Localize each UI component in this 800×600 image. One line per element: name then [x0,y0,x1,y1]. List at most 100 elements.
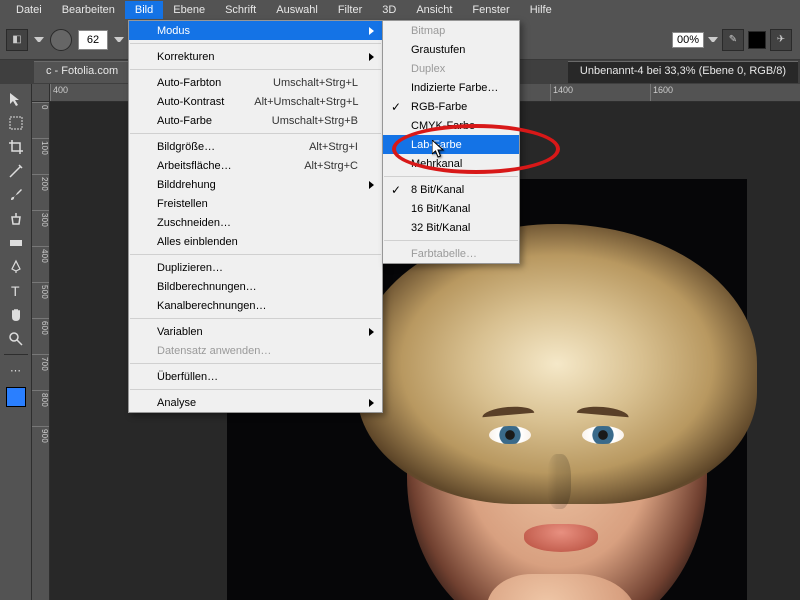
zoom-tool[interactable] [4,328,28,350]
menu-item-label: Duplizieren… [157,262,223,274]
menu-bild-separator [130,69,381,70]
menu-bild-separator [130,254,381,255]
menu-item-label: Freistellen [157,198,208,210]
submenu-arrow-icon [369,181,374,189]
menu-item-label: Datensatz anwenden… [157,345,271,357]
type-tool[interactable]: T [4,280,28,302]
menu-modus-item-indizierte-farbe[interactable]: Indizierte Farbe… [383,78,519,97]
ruler-vertical[interactable]: 0 1 0 0 2 0 0 3 0 0 4 0 0 5 0 0 6 0 0 7 … [32,102,50,600]
menu-modus-item-mehrkanal[interactable]: Mehrkanal [383,154,519,173]
ruler-v-tick: 2 0 0 [32,174,49,210]
menu-bild[interactable]: Bild [125,1,163,19]
menu-bild-item-zuschneiden[interactable]: Zuschneiden… [129,213,382,232]
menu-modus-item-cmyk-farbe[interactable]: CMYK-Farbe [383,116,519,135]
menu-bild-separator [130,318,381,319]
menu-item-label: Bilddrehung [157,179,216,191]
menu-item-label: Bildberechnungen… [157,281,257,293]
menu-modus-item-16-bit-kanal[interactable]: 16 Bit/Kanal [383,199,519,218]
menu-modus-item-8-bit-kanal[interactable]: ✓8 Bit/Kanal [383,180,519,199]
tool-preset-dropdown-icon[interactable] [34,37,44,42]
menu-item-label: Kanalberechnungen… [157,300,266,312]
menu-fenster[interactable]: Fenster [462,1,519,19]
submenu-arrow-icon [369,399,374,407]
move-tool[interactable] [4,88,28,110]
menu-bild-item-bilddrehung[interactable]: Bilddrehung [129,175,382,194]
pen-tool[interactable] [4,256,28,278]
menu-item-label: Auto-Kontrast [157,96,224,108]
menu-item-label: Mehrkanal [411,158,462,170]
menu-datei[interactable]: Datei [6,1,52,19]
menu-bild-item-bildgr-e[interactable]: Bildgröße…Alt+Strg+I [129,137,382,156]
opacity-value[interactable]: 00% [672,32,704,48]
menu-bild-item-arbeitsfl-che[interactable]: Arbeitsfläche…Alt+Strg+C [129,156,382,175]
eyedropper-tool[interactable] [4,160,28,182]
menu-item-label: Korrekturen [157,51,214,63]
hand-tool[interactable] [4,304,28,326]
menu-modus-item-32-bit-kanal[interactable]: 32 Bit/Kanal [383,218,519,237]
clone-stamp-tool[interactable] [4,208,28,230]
menu-item-label: 16 Bit/Kanal [411,203,470,215]
menu-modus-item-graustufen[interactable]: Graustufen [383,40,519,59]
menu-modus-item-bitmap: Bitmap [383,21,519,40]
menu-ansicht[interactable]: Ansicht [406,1,462,19]
tools-panel: T ⋯ [0,84,32,600]
menu-bild-item-modus[interactable]: Modus [129,21,382,40]
color-swatch-icon[interactable] [748,31,766,49]
ruler-v-tick: 1 0 0 [32,138,49,174]
menu-bild-item-alles-einblenden[interactable]: Alles einblenden [129,232,382,251]
menu-bild-item-variablen[interactable]: Variablen [129,322,382,341]
ruler-v-tick: 5 0 0 [32,282,49,318]
menu-filter[interactable]: Filter [328,1,372,19]
ruler-v-tick: 0 [32,102,49,138]
edit-toolbar-icon[interactable]: ⋯ [4,359,28,381]
menu-auswahl[interactable]: Auswahl [266,1,328,19]
menu-item-shortcut: Alt+Umschalt+Strg+L [224,96,358,108]
brush-size-dropdown-icon[interactable] [114,37,124,42]
menu-item-label: 32 Bit/Kanal [411,222,470,234]
menu-bild-item-freistellen[interactable]: Freistellen [129,194,382,213]
menu-bild-item-korrekturen[interactable]: Korrekturen [129,47,382,66]
opacity-dropdown-icon[interactable] [708,37,718,42]
menu-bild-item-kanalberechnungen[interactable]: Kanalberechnungen… [129,296,382,315]
brush-size-input[interactable]: 62 [78,30,108,50]
crop-tool[interactable] [4,136,28,158]
menu-item-label: Lab-Farbe [411,139,462,151]
menu-bild-separator [130,133,381,134]
menu-bild-separator [130,363,381,364]
menu-item-label: CMYK-Farbe [411,120,475,132]
document-tab-1[interactable]: c - Fotolia.com [34,61,130,83]
menu-modus-item-farbtabelle: Farbtabelle… [383,244,519,263]
menu-bild-item-auto-kontrast[interactable]: Auto-KontrastAlt+Umschalt+Strg+L [129,92,382,111]
menu-bild-item-auto-farbe[interactable]: Auto-FarbeUmschalt+Strg+B [129,111,382,130]
menu-item-label: Modus [157,25,190,37]
opacity-pressure-icon[interactable]: ✎ [722,29,744,51]
brush-preview[interactable] [50,29,72,51]
menu-bild-item-berf-llen[interactable]: Überfüllen… [129,367,382,386]
menu-bild-item-auto-farbton[interactable]: Auto-Farbton Umschalt+Strg+L [129,73,382,92]
menu-bild-dropdown: Modus Korrekturen Auto-Farbton Umschalt+Str… [128,20,383,413]
ruler-v-tick: 3 0 0 [32,210,49,246]
menu-modus-item-rgb-farbe[interactable]: ✓RGB-Farbe [383,97,519,116]
ruler-origin[interactable] [32,84,50,102]
brush-tool[interactable] [4,184,28,206]
menu-3d[interactable]: 3D [372,1,406,19]
menu-schrift[interactable]: Schrift [215,1,266,19]
menu-bild-item-duplizieren[interactable]: Duplizieren… [129,258,382,277]
svg-text:T: T [11,283,20,299]
foreground-color-swatch[interactable] [6,387,26,407]
check-icon: ✓ [391,183,401,197]
menu-bild-item-analyse[interactable]: Analyse [129,393,382,412]
menu-item-shortcut: Umschalt+Strg+L [243,77,358,89]
menu-bild-item-bildberechnungen[interactable]: Bildberechnungen… [129,277,382,296]
menu-bearbeiten[interactable]: Bearbeiten [52,1,125,19]
menu-item-label: Auto-Farbton [157,77,221,89]
tool-preset-picker[interactable]: ◧ [6,29,28,51]
airbrush-icon[interactable]: ✈ [770,29,792,51]
menu-ebene[interactable]: Ebene [163,1,215,19]
menu-modus-item-lab-farbe[interactable]: Lab-Farbe [383,135,519,154]
menu-hilfe[interactable]: Hilfe [520,1,562,19]
document-tab-2[interactable]: Unbenannt-4 bei 33,3% (Ebene 0, RGB/8) [568,61,798,83]
menu-item-shortcut: Alt+Strg+C [274,160,358,172]
marquee-tool[interactable] [4,112,28,134]
gradient-tool[interactable] [4,232,28,254]
